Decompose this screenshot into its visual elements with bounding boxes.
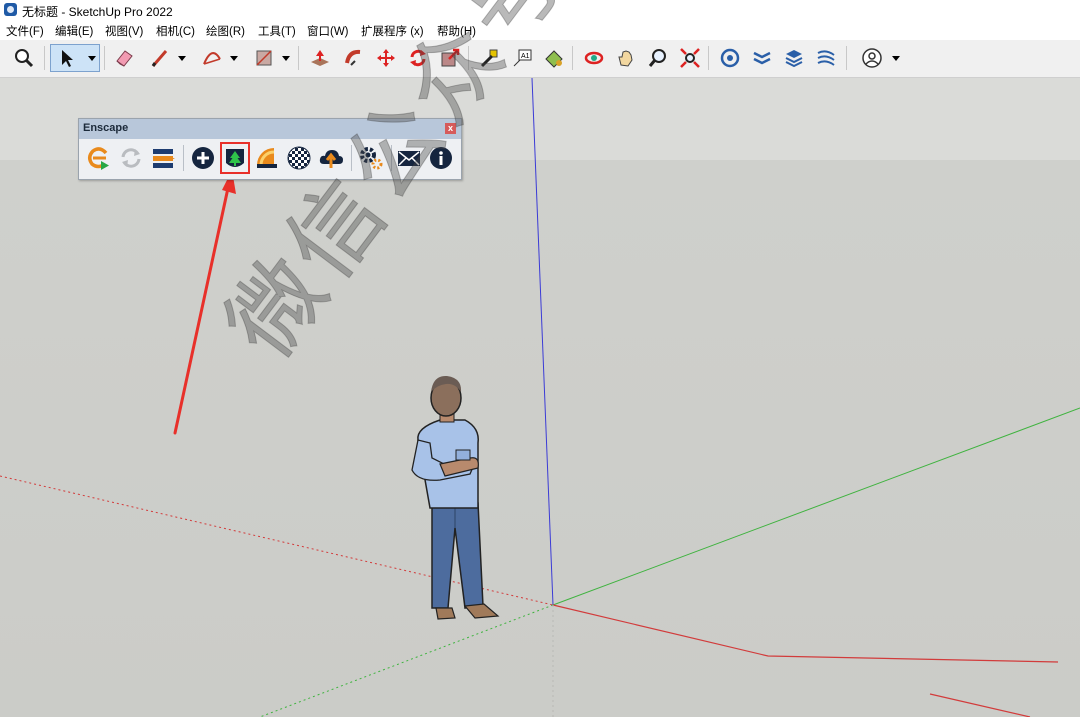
select-dropdown-chevron-icon[interactable] [86, 44, 98, 72]
enscape-close-button[interactable]: x [445, 123, 456, 134]
feedback-mail-icon[interactable] [395, 143, 423, 173]
toolbar-separator [298, 46, 299, 70]
window-title: 无标题 - SketchUp Pro 2022 [22, 5, 173, 19]
rectangle-dropdown-chevron-icon[interactable] [280, 44, 292, 72]
scale-icon[interactable] [436, 44, 464, 72]
menu-tools[interactable]: 工具(T) [258, 23, 296, 39]
layers-icon[interactable] [780, 44, 808, 72]
move-icon[interactable] [372, 44, 400, 72]
menu-draw[interactable]: 绘图(R) [206, 23, 245, 39]
material-editor-icon[interactable] [253, 143, 281, 173]
enscape-panel-title: Enscape [83, 122, 129, 134]
pencil-line-icon[interactable] [146, 44, 174, 72]
menu-bar: 文件(F) 编辑(E) 视图(V) 相机(C) 绘图(R) 工具(T) 窗口(W… [0, 21, 1080, 40]
text-label-icon[interactable]: A1 [508, 44, 536, 72]
visual-settings-icon[interactable] [285, 143, 313, 173]
paint-bucket-icon[interactable] [540, 44, 568, 72]
zoom-extents-icon[interactable] [676, 44, 704, 72]
toolbar-separator [708, 46, 709, 70]
annotation-arrow [173, 170, 236, 435]
menu-view[interactable]: 视图(V) [105, 23, 143, 39]
sync-refresh-icon[interactable] [117, 143, 145, 173]
red-axis-segment [929, 693, 1031, 717]
menu-camera[interactable]: 相机(C) [156, 23, 195, 39]
settings-gears-icon[interactable] [357, 143, 385, 173]
arc-icon[interactable] [198, 44, 226, 72]
follow-me-icon[interactable] [340, 44, 368, 72]
toolbar-separator [104, 46, 105, 70]
enscape-separator [183, 145, 184, 171]
add-icon[interactable] [189, 143, 217, 173]
rotate-icon[interactable] [404, 44, 432, 72]
toolbar-separator [846, 46, 847, 70]
pencil-dropdown-chevron-icon[interactable] [176, 44, 188, 72]
orbit-icon[interactable] [580, 44, 608, 72]
select-arrow-icon [62, 50, 73, 67]
red-axis [552, 604, 1059, 663]
green-axis-negative [259, 604, 554, 717]
profile-dropdown-chevron-icon[interactable] [890, 44, 902, 72]
zoom-icon[interactable] [10, 44, 38, 72]
menu-file[interactable]: 文件(F) [6, 23, 44, 39]
menu-help[interactable]: 帮助(H) [437, 23, 476, 39]
pan-hand-icon[interactable] [612, 44, 640, 72]
title-bar: 无标题 - SketchUp Pro 2022 [0, 0, 1080, 21]
enscape-toolbar-panel: Enscape x [78, 118, 462, 180]
capture-views-icon[interactable] [149, 143, 177, 173]
toolbar-separator [44, 46, 45, 70]
zoom-magnifier-icon[interactable] [644, 44, 672, 72]
menu-extensions[interactable]: 扩展程序 (x) [361, 23, 424, 39]
upload-cloud-icon[interactable] [317, 143, 345, 173]
green-axis [552, 407, 1080, 606]
toolbar-separator [572, 46, 573, 70]
menu-edit[interactable]: 编辑(E) [55, 23, 93, 39]
arc-dropdown-chevron-icon[interactable] [228, 44, 240, 72]
svg-text:A1: A1 [521, 53, 530, 60]
extension-warehouse-icon[interactable] [748, 44, 776, 72]
tape-measure-icon[interactable] [476, 44, 504, 72]
sandbox-icon[interactable] [812, 44, 840, 72]
profile-icon[interactable] [858, 44, 886, 72]
toolbar-separator [468, 46, 469, 70]
rectangle-icon[interactable] [250, 44, 278, 72]
enscape-separator [351, 145, 352, 171]
enscape-start-icon[interactable] [85, 143, 113, 173]
main-toolbar: A1 [0, 40, 1080, 78]
enscape-panel-header[interactable]: Enscape x [79, 119, 461, 139]
push-pull-icon[interactable] [306, 44, 334, 72]
menu-window[interactable]: 窗口(W) [307, 23, 349, 39]
asset-library-tree-icon[interactable] [220, 142, 250, 174]
enscape-separator [391, 145, 392, 171]
eraser-icon[interactable] [110, 44, 138, 72]
human-figure [411, 375, 500, 620]
about-info-icon[interactable] [427, 143, 455, 173]
warehouse-icon[interactable] [716, 44, 744, 72]
sketchup-app-icon [4, 3, 17, 16]
